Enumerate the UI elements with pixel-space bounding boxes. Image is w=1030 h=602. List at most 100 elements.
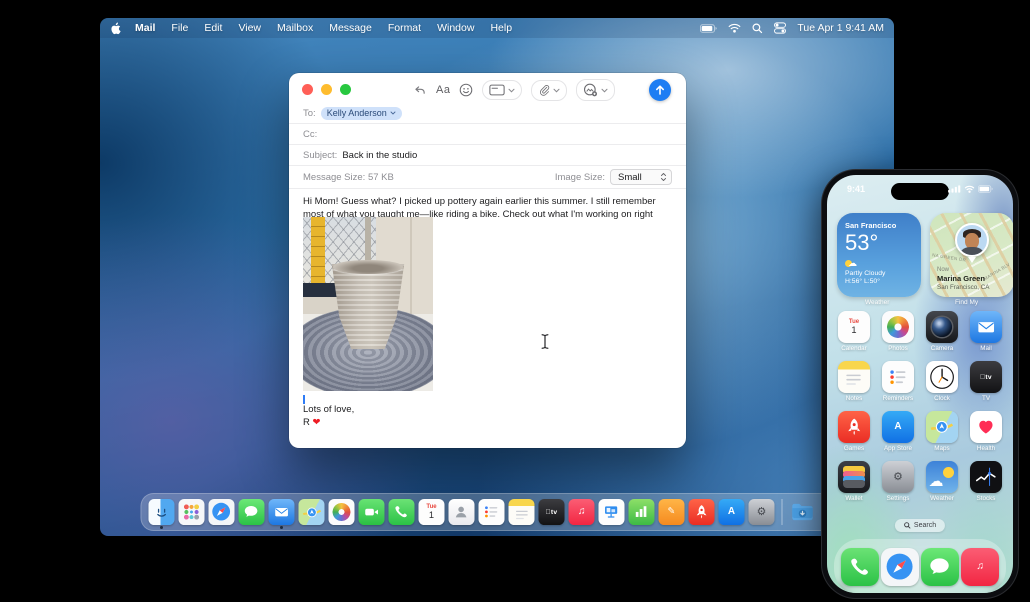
iphone-app-reminders[interactable]: Reminders xyxy=(881,361,915,402)
iphone-app-mail[interactable]: Mail xyxy=(969,311,1003,352)
dock-numbers[interactable] xyxy=(628,499,655,525)
control-center-icon[interactable] xyxy=(774,22,787,34)
wifi-icon[interactable] xyxy=(728,23,741,33)
dock-games[interactable] xyxy=(688,499,715,525)
iphone-app-clock[interactable]: Clock xyxy=(925,361,959,402)
dock-tv[interactable]: tv xyxy=(538,499,565,525)
messages-icon xyxy=(238,499,265,525)
iphone-app-weather[interactable]: ☁ Weather xyxy=(925,461,959,502)
weather-widget[interactable]: San Francisco 53° ☁ Partly Cloudy H:56° … xyxy=(837,213,921,297)
iphone-app-settings[interactable]: ⚙ Settings xyxy=(881,461,915,502)
iphone-app-maps[interactable]: Maps xyxy=(925,411,959,452)
zoom-button[interactable] xyxy=(340,84,351,95)
dock-apps[interactable] xyxy=(178,499,205,525)
search-icon[interactable] xyxy=(752,23,763,34)
menubar-clock[interactable]: Tue Apr 1 9:41 AM xyxy=(797,22,884,34)
dock-keynote[interactable] xyxy=(598,499,625,525)
iphone-app-stocks[interactable]: Stocks xyxy=(969,461,1003,502)
send-button[interactable] xyxy=(649,79,671,101)
appstore-icon: A xyxy=(882,411,914,443)
emoji-button[interactable] xyxy=(459,83,473,97)
undo-icon xyxy=(415,85,425,94)
iphone-dock: ♫ xyxy=(834,539,1006,593)
app-label: Clock xyxy=(934,395,950,402)
chevron-down-icon xyxy=(601,88,608,92)
dock-pages[interactable]: ✎ xyxy=(658,499,685,525)
dock-photos[interactable] xyxy=(328,499,355,525)
weather-widget-label: Weather xyxy=(865,299,890,306)
spotlight-search-button[interactable]: Search xyxy=(894,519,946,532)
dock-mail[interactable] xyxy=(268,499,295,529)
dock-downloads[interactable] xyxy=(790,499,816,525)
iphone-app-camera[interactable]: Camera xyxy=(925,311,959,352)
app-label: Mail xyxy=(980,345,992,352)
menu-file[interactable]: File xyxy=(171,22,188,34)
dock-messages[interactable] xyxy=(238,499,265,525)
iphone-app-notes[interactable]: Notes xyxy=(837,361,871,402)
image-size-select[interactable]: Small xyxy=(610,169,672,185)
menu-format[interactable]: Format xyxy=(388,22,421,34)
subject-field[interactable]: Subject: Back in the studio xyxy=(289,145,686,166)
text-cursor-caret xyxy=(303,395,305,404)
iphone-app-calendar[interactable]: Tue 1 Calendar xyxy=(837,311,871,352)
numbers-icon xyxy=(628,499,655,525)
menu-bar: Mail File Edit View Mailbox Message Format Wind… xyxy=(100,18,894,38)
dock-facetime[interactable] xyxy=(358,499,385,525)
signature-block[interactable]: Lots of love, R ❤ xyxy=(303,404,354,430)
mail-compose-window: Aa To: Kelly Anderson Cc: Subject: Back … xyxy=(289,73,686,448)
iphone-dock-phone[interactable] xyxy=(841,548,879,586)
cc-field[interactable]: Cc: xyxy=(289,124,686,145)
dock-app-store[interactable]: A xyxy=(718,499,745,525)
menu-mail[interactable]: Mail xyxy=(135,22,155,34)
dock-notes[interactable] xyxy=(508,499,535,525)
menu-window[interactable]: Window xyxy=(437,22,474,34)
close-button[interactable] xyxy=(302,84,313,95)
mail-icon xyxy=(268,499,295,525)
iphone-app-tv[interactable]: tv TV xyxy=(969,361,1003,402)
dock-music[interactable]: ♫ xyxy=(568,499,595,525)
iphone-app-wallet[interactable]: Wallet xyxy=(837,461,871,502)
apple-logo-icon xyxy=(111,22,121,34)
menu-mailbox[interactable]: Mailbox xyxy=(277,22,313,34)
dock-calendar[interactable]: Tue 1 xyxy=(418,499,445,525)
stained-glass xyxy=(310,217,326,291)
dock-safari[interactable] xyxy=(208,499,235,525)
dock-contacts[interactable] xyxy=(448,499,475,525)
iphone-app-app-store[interactable]: A App Store xyxy=(881,411,915,452)
minimize-button[interactable] xyxy=(321,84,332,95)
findmy-widget[interactable]: NA GREEN DR MARINA BLV Now Marina Green … xyxy=(930,213,1013,297)
format-button[interactable]: Aa xyxy=(436,84,450,96)
insert-photo-button[interactable] xyxy=(576,79,616,101)
iphone-dock-messages[interactable] xyxy=(921,548,959,586)
iphone-dock-music[interactable]: ♫ xyxy=(961,548,999,586)
ibeam-mouse-cursor xyxy=(540,333,550,355)
message-size-text: Message Size: 57 KB xyxy=(303,171,394,183)
undo-button[interactable] xyxy=(413,84,427,97)
header-fields-button[interactable] xyxy=(482,80,523,100)
iphone-app-photos[interactable]: Photos xyxy=(881,311,915,352)
iphone-app-games[interactable]: Games xyxy=(837,411,871,452)
dock-finder[interactable] xyxy=(148,499,175,529)
dock-reminders[interactable] xyxy=(478,499,505,525)
dock-settings[interactable]: ⚙ xyxy=(748,499,775,525)
findmy-location: Marina Green xyxy=(937,274,985,283)
dock-maps[interactable] xyxy=(298,499,325,525)
iphone-device: 9:41 San Francisco 53° ☁ Partly Cloudy H… xyxy=(822,170,1018,598)
notes-icon xyxy=(508,499,535,525)
iphone-dock-safari[interactable] xyxy=(881,548,919,586)
menu-view[interactable]: View xyxy=(238,22,261,34)
header-fields-icon xyxy=(489,84,506,96)
recipient-pill[interactable]: Kelly Anderson xyxy=(320,106,402,120)
dock-phone[interactable] xyxy=(388,499,415,525)
battery-icon[interactable] xyxy=(700,23,718,33)
apple-menu[interactable] xyxy=(110,22,121,35)
menu-message[interactable]: Message xyxy=(329,22,372,34)
menu-edit[interactable]: Edit xyxy=(204,22,222,34)
iphone-app-health[interactable]: Health xyxy=(969,411,1003,452)
cc-label: Cc: xyxy=(303,128,318,140)
send-icon xyxy=(656,85,664,95)
menu-help[interactable]: Help xyxy=(490,22,512,34)
attach-button[interactable] xyxy=(531,79,568,101)
to-field[interactable]: To: Kelly Anderson xyxy=(289,103,686,124)
attached-pottery-photo[interactable] xyxy=(303,217,433,391)
